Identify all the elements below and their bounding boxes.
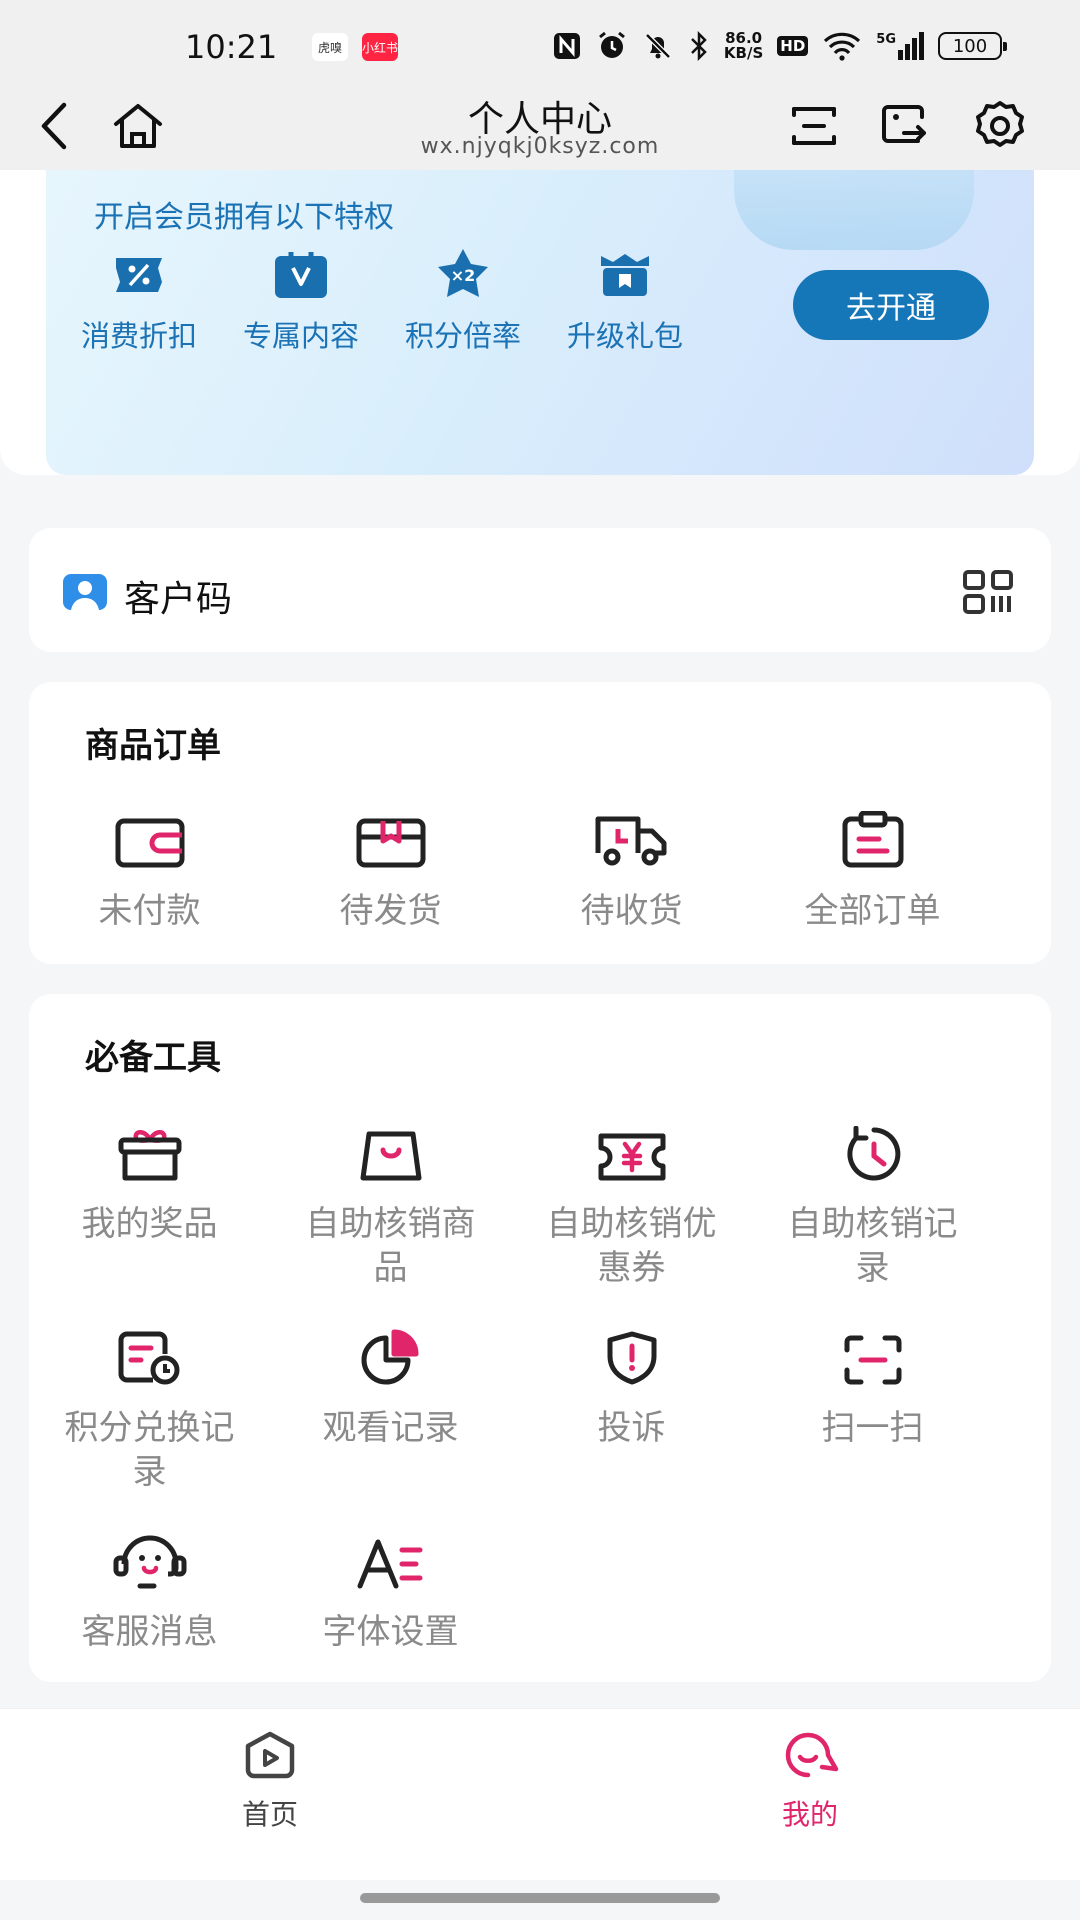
coupon-icon	[598, 1133, 665, 1181]
wifi-icon	[824, 32, 861, 61]
points-record-icon	[118, 1331, 179, 1385]
cellular-signal-icon: 5G	[876, 32, 924, 60]
orders-card: 商品订单 未付款 待发货 待收货 全部订单	[29, 682, 1051, 964]
vip-perk-points: ×2 积分倍率	[388, 245, 538, 355]
scan-icon	[844, 1335, 901, 1385]
vip-section: 开启会员拥有以下特权 消费折扣 专属内容 ×2 积分倍率 升级礼包 去开通	[0, 170, 1080, 475]
pie-icon	[361, 1329, 418, 1385]
tool-points-exchange-record[interactable]: 积分兑换记录	[29, 1324, 270, 1494]
tool-font-settings[interactable]: 字体设置	[270, 1528, 511, 1654]
nfc-icon	[553, 33, 580, 59]
bluetooth-icon	[691, 30, 707, 62]
vip-perk-exclusive: 专属内容	[226, 245, 376, 355]
vip-open-button[interactable]: 去开通	[793, 270, 989, 340]
alarm-icon	[598, 31, 625, 58]
gear-icon	[976, 101, 1024, 147]
mute-icon	[645, 33, 671, 59]
tools-card: 必备工具 我的奖品 自助核销商品 自助核销优惠券 自助核销记录 积分兑换记录 观…	[29, 994, 1051, 1682]
prize-icon	[118, 1130, 181, 1181]
home-video-icon	[245, 1731, 295, 1779]
order-all[interactable]: 全部订单	[752, 807, 993, 933]
status-bar: 10:21 虎嗅 小红书 86.0 KB/S HD 5G 100	[0, 0, 1080, 90]
gift-package-icon	[601, 254, 649, 296]
battery-indicator: 100	[938, 32, 1007, 60]
complaint-icon	[607, 1331, 656, 1385]
qr-code-icon[interactable]	[963, 570, 1015, 614]
points-multiplier-icon: ×2	[438, 249, 488, 297]
history-icon	[846, 1126, 900, 1181]
truck-icon	[595, 816, 666, 866]
top-navigation-bar: 个人中心 wx.njyqkj0ksyz.com	[0, 90, 1080, 170]
font-icon	[357, 1539, 422, 1589]
mine-icon	[785, 1732, 839, 1778]
vip-perk-discount: 消费折扣	[64, 245, 214, 355]
vip-perk-gift: 升级礼包	[550, 245, 700, 355]
network-speed: 86.0 KB/S	[723, 29, 764, 62]
app-notification-xiaohongshu-icon: 小红书	[362, 33, 398, 61]
wallet-icon	[115, 818, 184, 868]
vip-subtitle: 开启会员拥有以下特权	[94, 200, 394, 235]
discount-icon	[116, 258, 162, 292]
clipboard-icon	[842, 811, 903, 868]
settings-button[interactable]	[970, 96, 1030, 156]
status-time: 10:21	[185, 28, 278, 66]
order-unpaid[interactable]: 未付款	[29, 807, 270, 933]
vip-decoration	[734, 170, 974, 250]
status-indicators: 86.0 KB/S HD 5G 100	[552, 29, 1007, 62]
exclusive-icon	[275, 252, 327, 298]
tool-self-verify-record[interactable]: 自助核销记录	[752, 1120, 993, 1290]
tab-mine[interactable]: 我的	[730, 1731, 890, 1833]
tool-my-prizes[interactable]: 我的奖品	[29, 1120, 270, 1246]
bag-icon	[360, 1131, 421, 1181]
home-indicator[interactable]	[360, 1893, 720, 1903]
order-to-ship[interactable]: 待发货	[270, 807, 511, 933]
tool-self-verify-goods[interactable]: 自助核销商品	[270, 1120, 511, 1290]
tool-watch-history[interactable]: 观看记录	[270, 1324, 511, 1450]
tool-self-verify-coupon[interactable]: 自助核销优惠券	[511, 1120, 752, 1290]
box-icon	[356, 818, 425, 868]
share-button[interactable]	[876, 96, 936, 156]
order-to-receive[interactable]: 待收货	[511, 807, 752, 933]
tool-customer-service[interactable]: 客服消息	[29, 1528, 270, 1654]
menu-button[interactable]	[784, 96, 844, 156]
tab-home[interactable]: 首页	[190, 1731, 350, 1833]
orders-title: 商品订单	[85, 726, 221, 766]
customer-code-label: 客户码	[124, 579, 233, 620]
tool-scan[interactable]: 扫一扫	[752, 1324, 993, 1450]
menu-icon	[792, 107, 836, 145]
tools-title: 必备工具	[85, 1038, 221, 1078]
tool-complaint[interactable]: 投诉	[511, 1324, 752, 1450]
svg-text:×2: ×2	[451, 266, 476, 285]
vip-card: 开启会员拥有以下特权 消费折扣 专属内容 ×2 积分倍率 升级礼包 去开通	[46, 170, 1034, 475]
customer-avatar-icon	[63, 574, 107, 610]
share-screen-icon	[882, 105, 926, 143]
customer-code-card[interactable]: 客户码	[29, 528, 1051, 652]
service-icon	[113, 1535, 186, 1589]
bottom-tab-bar: 首页 我的	[0, 1708, 1080, 1880]
app-notification-huxiu-icon: 虎嗅	[312, 33, 348, 61]
hd-badge: HD	[777, 36, 809, 56]
